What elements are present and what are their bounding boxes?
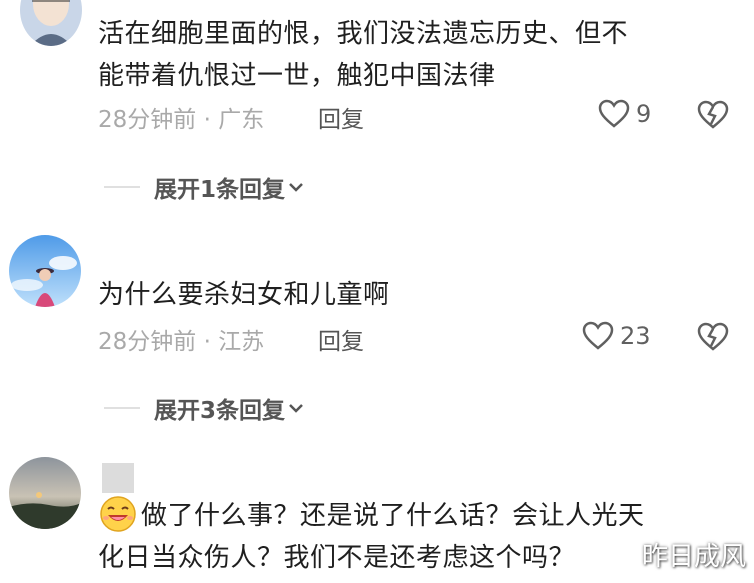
meta-separator: ·	[196, 107, 219, 133]
expand-replies-label: 展开3条回复	[154, 398, 286, 424]
comment-text-line: 为什么要杀妇女和儿童啊	[98, 280, 390, 310]
avatar[interactable]	[20, 0, 82, 46]
dislike-button[interactable]	[697, 100, 729, 130]
heart-outline-icon	[598, 99, 630, 129]
comment-location: 江苏	[218, 329, 265, 355]
chevron-down-icon	[285, 401, 305, 415]
broken-heart-icon	[697, 100, 729, 129]
comment-text: 做了什么事？还是说了什么话？会让人光天	[141, 495, 645, 537]
comment-time: 28分钟前	[98, 107, 197, 133]
divider	[104, 407, 140, 409]
comment-text-line: 能带着仇恨过一世，触犯中国法律	[98, 61, 496, 91]
comment-text-line: 活在细胞里面的恨，我们没法遗忘历史、但不	[98, 19, 629, 49]
comment-text: 为什么要杀妇女和儿童啊	[98, 274, 390, 316]
chevron-down-icon	[285, 180, 305, 194]
avatar[interactable]	[9, 235, 81, 307]
reply-button[interactable]: 回复	[318, 100, 364, 134]
meta-separator: ·	[196, 329, 219, 355]
expand-replies-label: 展开1条回复	[154, 177, 286, 203]
comment-meta: 28分钟前 · 广东	[98, 100, 264, 134]
comment-location: 广东	[218, 107, 265, 133]
comment-text-line: 做了什么事？还是说了什么话？会让人光天	[141, 501, 645, 531]
avatar[interactable]	[9, 457, 81, 529]
divider	[104, 186, 140, 188]
like-count: 9	[636, 100, 652, 128]
username-placeholder	[102, 463, 134, 493]
expand-replies-button[interactable]: 展开1条回复	[104, 170, 305, 204]
watermark: 昨日成风	[641, 542, 746, 572]
comment-text: 活在细胞里面的恨，我们没法遗忘历史、但不 能带着仇恨过一世，触犯中国法律	[98, 13, 628, 97]
like-button[interactable]: 9	[598, 99, 651, 129]
dislike-button[interactable]	[697, 322, 729, 352]
like-count: 23	[620, 322, 651, 350]
broken-heart-icon	[697, 322, 729, 351]
comment-meta: 28分钟前 · 江苏	[98, 322, 264, 356]
reply-button[interactable]: 回复	[318, 322, 364, 356]
heart-outline-icon	[582, 321, 614, 351]
comment-text-line: 化日当众伤人？我们不是还考虑这个吗？	[98, 543, 576, 573]
comment-text: 化日当众伤人？我们不是还考虑这个吗？	[98, 537, 575, 579]
like-button[interactable]: 23	[582, 321, 651, 351]
laughing-emoji-icon	[100, 496, 136, 532]
expand-replies-button[interactable]: 展开3条回复	[104, 391, 305, 425]
comment-time: 28分钟前	[98, 329, 197, 355]
